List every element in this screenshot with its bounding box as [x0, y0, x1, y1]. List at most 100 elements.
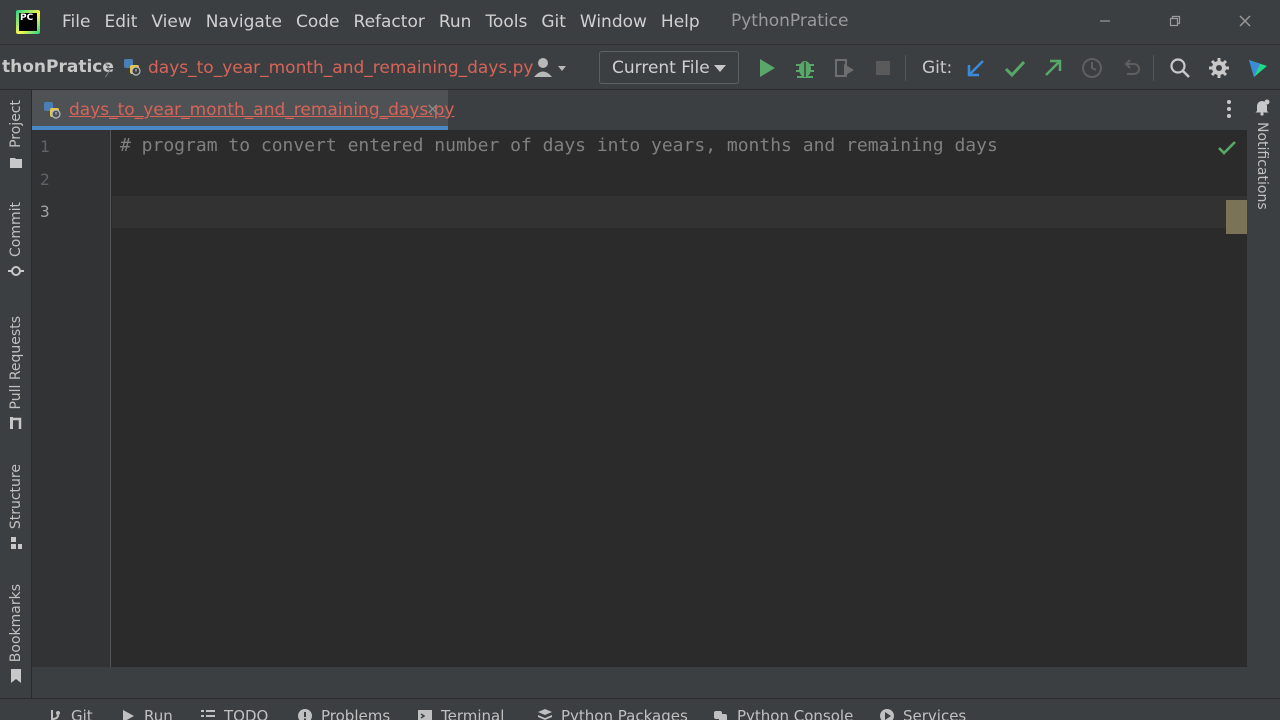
gear-icon[interactable] [1207, 56, 1231, 80]
git-update-icon[interactable] [964, 56, 988, 80]
scrollbar-thumb[interactable] [1226, 200, 1247, 234]
tool-tab-git[interactable]: Git [47, 707, 93, 720]
tool-tab-python-packages[interactable]: Python Packages [537, 707, 688, 720]
bell-icon [1255, 99, 1270, 116]
line-number-current: 3 [40, 202, 50, 221]
run-with-coverage-icon[interactable] [832, 56, 856, 80]
run-configuration-label: Current File [612, 57, 710, 78]
editor-tab-active[interactable]: days_to_year_month_and_remaining_days.py… [32, 90, 455, 130]
pycharm-logo-icon: PC [16, 10, 40, 34]
editor-bottom-area [32, 667, 1247, 698]
menu-code[interactable]: Code [296, 12, 340, 32]
code-with-me-icon[interactable] [1246, 56, 1270, 80]
tool-tab-pull-requests[interactable]: Pull Requests [0, 316, 32, 431]
rollback-icon[interactable] [1119, 56, 1143, 80]
tool-tab-notifications[interactable]: Notifications [1253, 98, 1271, 210]
line-number-gutter: 1 2 3 [32, 130, 111, 667]
toolbar-divider [1153, 55, 1154, 81]
tool-tab-terminal[interactable]: Terminal [417, 707, 504, 720]
tool-tab-services[interactable]: Services [879, 707, 966, 720]
tool-tab-python-console[interactable]: Python Console [713, 707, 853, 720]
run-icon[interactable] [755, 56, 779, 80]
breadcrumb-project[interactable]: thonPratice [2, 57, 114, 77]
tool-tab-label: Project [8, 100, 24, 148]
list-icon [201, 710, 215, 717]
git-branch-icon [51, 710, 60, 720]
tool-tab-label: Pull Requests [8, 316, 24, 410]
menu-run[interactable]: Run [439, 12, 472, 32]
editor-tab-label: days_to_year_month_and_remaining_days.py [69, 100, 455, 120]
git-push-icon[interactable] [1041, 56, 1065, 80]
tool-tab-label: Python Packages [561, 707, 688, 720]
python-console-icon [714, 711, 727, 720]
menu-git[interactable]: Git [541, 12, 566, 32]
pull-request-icon [10, 417, 22, 430]
bottom-tool-bar: Git Run TODO Problems Terminal Python Pa… [0, 698, 1280, 720]
tool-tab-commit[interactable]: Commit [0, 202, 32, 279]
tool-tab-label: Structure [8, 464, 24, 530]
history-icon[interactable] [1080, 56, 1104, 80]
right-tool-strip: Notifications [1247, 90, 1280, 698]
terminal-icon [418, 710, 432, 720]
window-title: PythonPratice [731, 11, 849, 31]
editor-tab-bar: days_to_year_month_and_remaining_days.py… [32, 90, 1247, 130]
title-bar: PC File Edit View Navigate Code Refactor… [0, 0, 1280, 44]
minimize-icon [1100, 20, 1110, 22]
tool-tab-label: Run [144, 707, 173, 720]
line-number: 1 [40, 137, 50, 156]
tool-tab-label: Terminal [441, 707, 505, 720]
tool-tab-label: TODO [224, 707, 269, 720]
folder-icon [10, 157, 22, 168]
main-toolbar: thonPratice 〉 days_to_year_month_and_rem… [0, 44, 1280, 90]
tool-tab-bookmarks[interactable]: Bookmarks [0, 584, 32, 684]
git-label: Git: [922, 58, 953, 78]
search-icon[interactable] [1168, 56, 1192, 80]
menu-tools[interactable]: Tools [485, 12, 527, 32]
packages-icon [538, 709, 552, 720]
tool-tab-project[interactable]: Project [0, 100, 32, 170]
run-configuration-select[interactable]: Current File [599, 51, 739, 84]
menu-view[interactable]: View [151, 12, 191, 32]
close-tab-icon[interactable]: × [426, 99, 439, 118]
warning-circle-icon [298, 709, 312, 720]
restore-icon [1169, 15, 1181, 27]
restore-button[interactable] [1160, 8, 1190, 36]
commit-icon [8, 266, 24, 276]
tool-tab-label: Bookmarks [8, 584, 24, 663]
close-icon [1239, 15, 1251, 27]
tool-tab-label: Problems [321, 707, 391, 720]
debug-icon[interactable] [793, 56, 817, 80]
close-window-button[interactable] [1230, 8, 1260, 36]
tool-tab-run[interactable]: Run [120, 707, 173, 720]
code-editor[interactable]: # program to convert entered number of d… [112, 130, 1247, 667]
menu-help[interactable]: Help [661, 12, 700, 32]
main-menu: File Edit View Navigate Code Refactor Ru… [62, 0, 714, 44]
stop-icon[interactable] [871, 56, 895, 80]
menu-edit[interactable]: Edit [104, 12, 137, 32]
toolbar-divider [905, 55, 906, 81]
tool-tab-label: Git [71, 707, 93, 720]
services-icon [880, 709, 894, 720]
pycharm-window: PC File Edit View Navigate Code Refactor… [0, 0, 1280, 720]
inspection-ok-icon[interactable] [1216, 138, 1238, 158]
tool-tab-label: Services [903, 707, 967, 720]
git-commit-icon[interactable] [1003, 56, 1027, 80]
menu-navigate[interactable]: Navigate [206, 12, 282, 32]
tool-tab-structure[interactable]: Structure [0, 464, 32, 551]
account-menu-icon[interactable] [532, 55, 572, 81]
code-line: # program to convert entered number of d… [120, 135, 998, 156]
tool-tab-problems[interactable]: Problems [297, 707, 390, 720]
breadcrumb-file[interactable]: days_to_year_month_and_remaining_days.py [148, 58, 534, 78]
menu-window[interactable]: Window [580, 12, 647, 32]
python-file-icon [44, 102, 61, 119]
chevron-down-icon [714, 65, 726, 72]
menu-file[interactable]: File [62, 12, 90, 32]
minimize-button[interactable] [1090, 8, 1120, 36]
tool-tab-label: Notifications [1254, 122, 1270, 210]
menu-refactor[interactable]: Refactor [354, 12, 425, 32]
tool-tab-todo[interactable]: TODO [200, 707, 268, 720]
bookmark-icon [11, 669, 21, 684]
tool-tab-label: Commit [8, 202, 24, 257]
more-tabs-icon[interactable] [1224, 98, 1234, 120]
breadcrumb-separator: 〉 [104, 61, 121, 80]
